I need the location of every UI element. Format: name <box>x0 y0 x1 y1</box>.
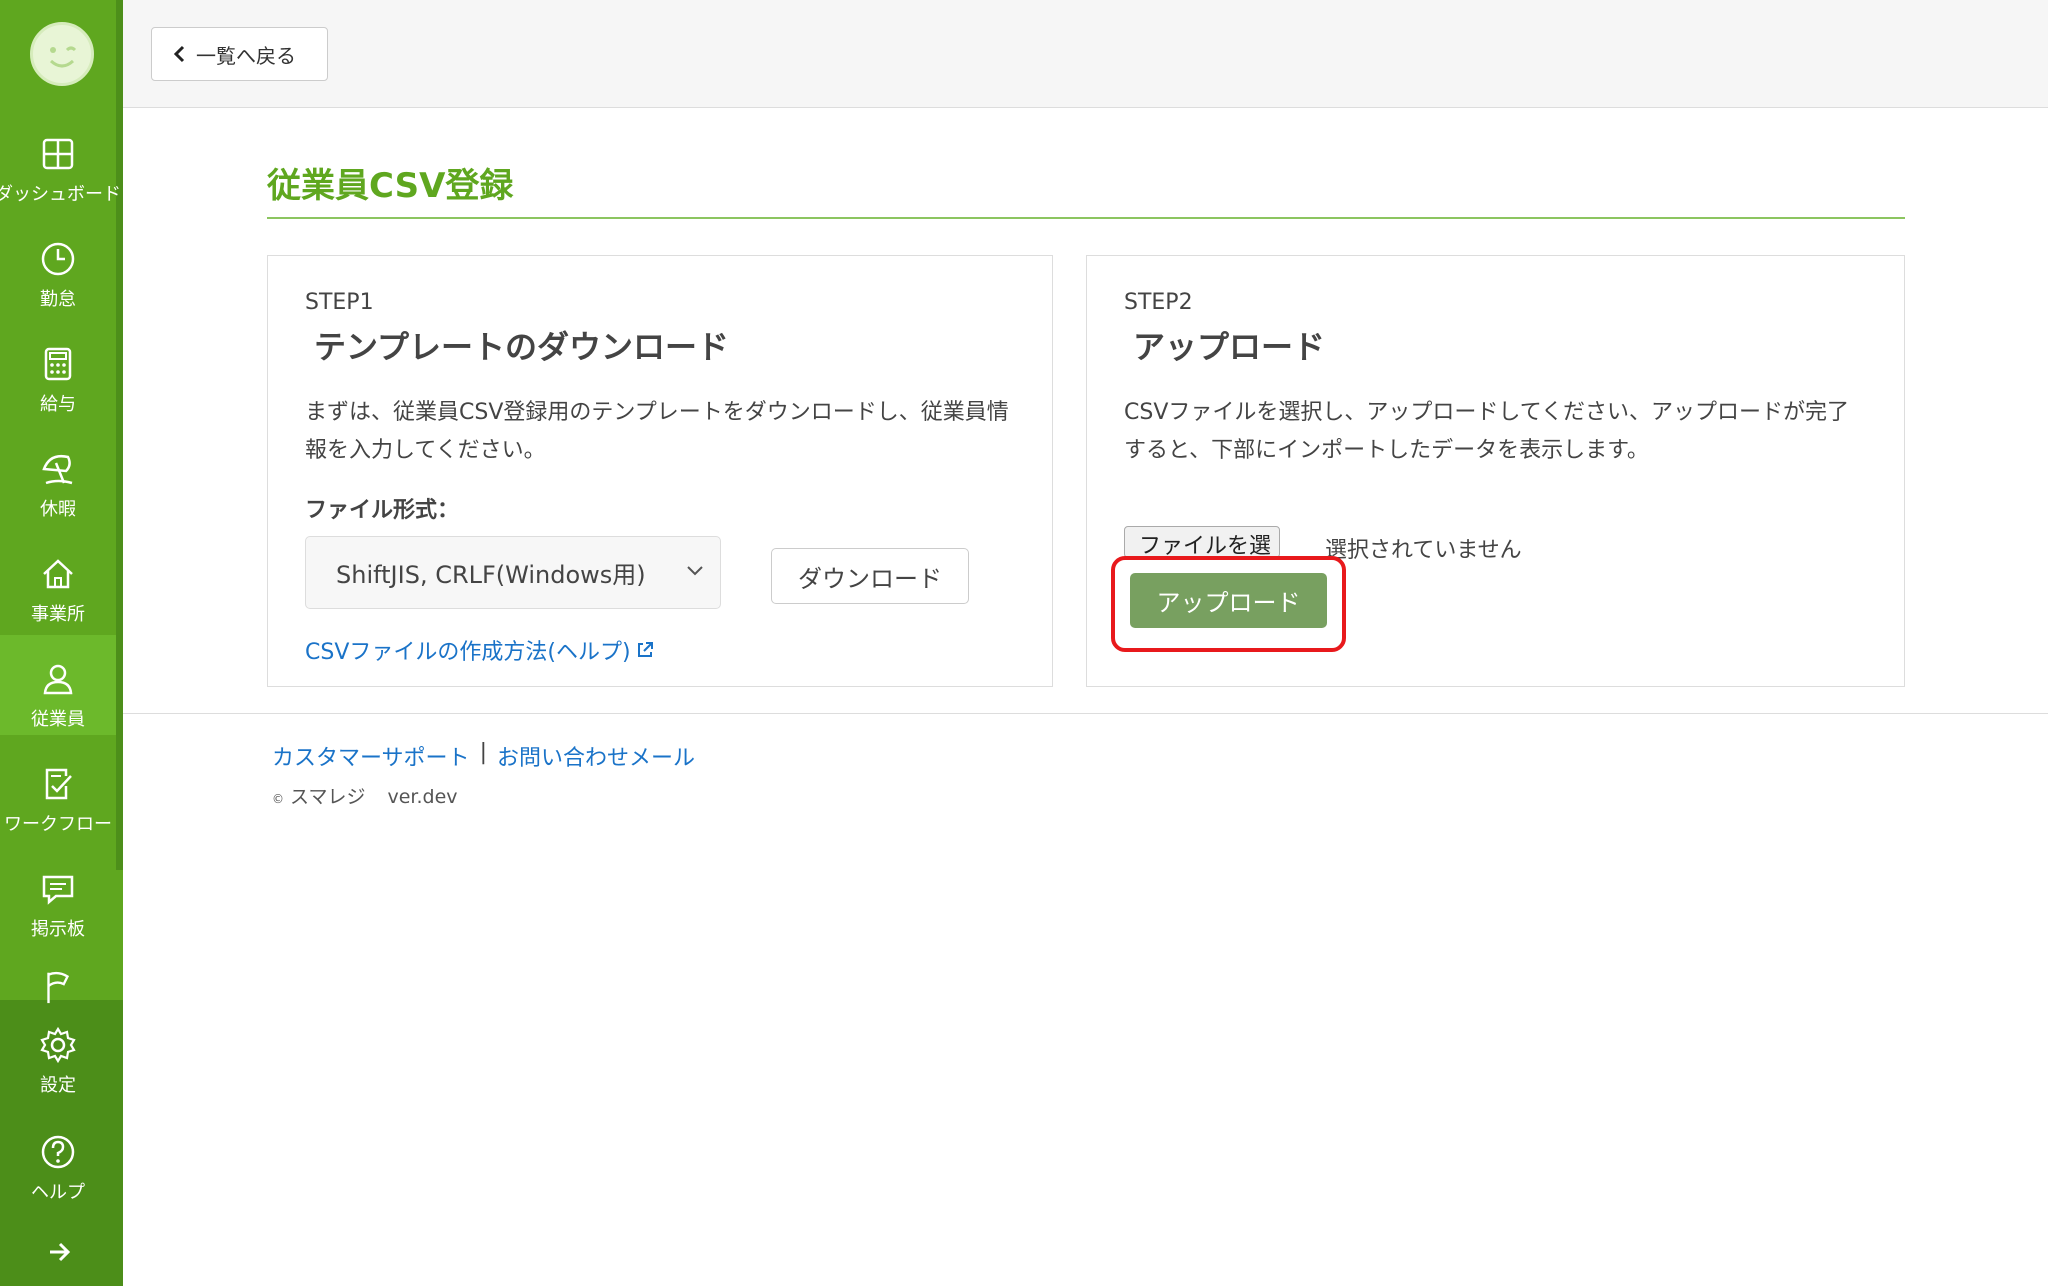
expand-sidebar-arrow-icon[interactable] <box>46 1240 74 1264</box>
upload-button[interactable]: アップロード <box>1130 573 1327 628</box>
dashboard-icon <box>42 138 74 170</box>
sidebar-item-label: 事業所 <box>31 604 85 625</box>
sidebar-item-label: ワークフロー <box>4 814 112 835</box>
beach-umbrella-icon <box>42 455 73 485</box>
sidebar-item-leave[interactable]: 休暇 <box>0 425 116 525</box>
file-format-selected-value: ShiftJIS, CRLF(Windows用) <box>336 561 646 589</box>
sidebar-item-label: 勤怠 <box>40 289 76 310</box>
step2-description: CSVファイルを選択し、アップロードしてください、アップロードが完了すると、下部… <box>1124 400 1850 463</box>
version-label: ver.dev <box>387 786 458 808</box>
sidebar-item-workflow[interactable]: ワークフロー <box>0 740 116 840</box>
footer-links: カスタマーサポート | お問い合わせメール <box>272 740 695 772</box>
sidebar-item-attendance[interactable]: 勤怠 <box>0 215 116 315</box>
sidebar-item-label: ヘルプ <box>31 1182 85 1203</box>
step1-template-download-panel: STEP1 テンプレートのダウンロード まずは、従業員CSV登録用のテンプレート… <box>267 255 1053 687</box>
brand-name: スマレジ <box>290 786 366 808</box>
sidebar-item-help[interactable]: ヘルプ <box>0 1128 116 1228</box>
contact-email-link[interactable]: お問い合わせメール <box>497 740 695 772</box>
clock-icon <box>41 242 75 276</box>
step2-title: アップロード <box>1133 328 1326 366</box>
file-selection-status: 選択されていません <box>1325 538 1522 563</box>
back-to-list-button[interactable]: 一覧へ戻る <box>151 27 328 81</box>
external-link-icon <box>637 642 653 657</box>
copyright-mark: © <box>272 792 284 806</box>
customer-support-link[interactable]: カスタマーサポート <box>272 740 470 772</box>
footer-separator: | <box>479 740 487 765</box>
copyright: © スマレジ ver.dev <box>272 782 458 809</box>
message-icon <box>42 875 74 905</box>
sidebar-item-payroll[interactable]: 給与 <box>0 320 116 420</box>
sidebar-item-employees[interactable]: 従業員 <box>0 635 116 735</box>
step1-description: まずは、従業員CSV登録用のテンプレートをダウンロードし、従業員情報を入力してく… <box>305 400 1009 463</box>
sidebar-item-settings[interactable]: 設定 <box>0 1025 116 1125</box>
person-icon <box>43 664 73 695</box>
sidebar-item-label: ダッシュボード <box>0 184 121 205</box>
sidebar-item-bulletin[interactable]: 掲示板 <box>0 845 116 945</box>
csv-help-link-text: CSVファイルの作成方法(ヘルプ) <box>305 640 631 665</box>
smiley-logo-icon[interactable] <box>30 22 94 86</box>
top-bar: 一覧へ戻る <box>123 0 2048 108</box>
step1-title: テンプレートのダウンロード <box>314 328 730 366</box>
sidebar-item-label: 休暇 <box>40 499 76 520</box>
checklist-icon <box>45 768 72 800</box>
help-circle-icon <box>41 1135 75 1169</box>
file-format-label: ファイル形式： <box>305 498 460 523</box>
content-divider <box>123 713 2048 714</box>
sidebar-item-office[interactable]: 事業所 <box>0 530 116 630</box>
choose-file-button[interactable]: ファイルを選択 <box>1124 526 1280 558</box>
sidebar: ダッシュボード 勤怠 給与 休暇 事業所 従業員 ワークフロー 掲示板 設定 ヘ… <box>0 0 123 1286</box>
step1-label: STEP1 <box>305 290 374 315</box>
sidebar-item-label: 給与 <box>40 394 76 415</box>
copyright-brand: © スマレジ <box>272 782 365 809</box>
sidebar-item-dashboard[interactable]: ダッシュボード <box>0 110 121 210</box>
chevron-down-icon <box>687 566 703 576</box>
sidebar-item-label: 従業員 <box>31 709 85 730</box>
home-icon <box>43 559 73 589</box>
title-divider <box>267 217 1905 219</box>
csv-help-link[interactable]: CSVファイルの作成方法(ヘルプ) <box>305 634 655 666</box>
flag-icon <box>47 971 70 1004</box>
sidebar-scrollbar[interactable] <box>116 0 123 870</box>
step2-upload-panel: STEP2 アップロード CSVファイルを選択し、アップロードしてください、アッ… <box>1086 255 1905 687</box>
chevron-left-icon <box>173 45 185 63</box>
step2-label: STEP2 <box>1124 290 1193 315</box>
back-button-label: 一覧へ戻る <box>196 43 296 68</box>
calculator-icon <box>44 347 72 381</box>
file-format-select[interactable]: ShiftJIS, CRLF(Windows用) <box>305 536 721 609</box>
page-title: 従業員CSV登録 <box>267 166 514 206</box>
sidebar-item-label: 設定 <box>40 1075 76 1096</box>
download-button[interactable]: ダウンロード <box>771 548 969 604</box>
sidebar-item-label: 掲示板 <box>31 919 85 940</box>
sidebar-item-flag[interactable] <box>0 945 116 1005</box>
gear-icon <box>40 1026 76 1064</box>
